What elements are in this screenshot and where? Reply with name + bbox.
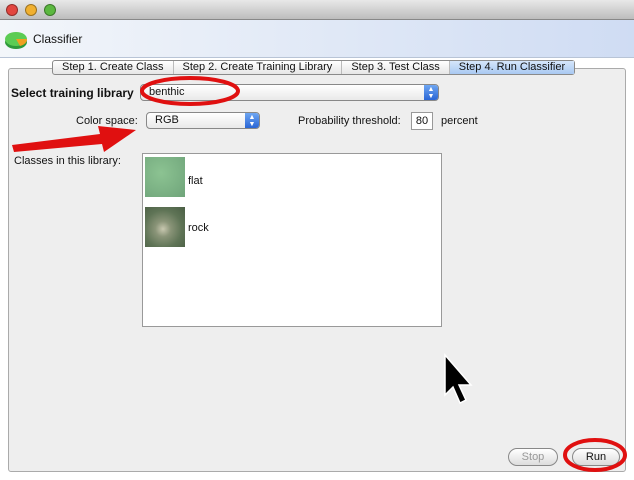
tab-create-class[interactable]: Step 1. Create Class: [53, 61, 174, 74]
highlight-ellipse: [140, 76, 240, 106]
tab-run-classifier[interactable]: Step 4. Run Classifier: [449, 61, 575, 74]
highlight-ellipse: [563, 438, 627, 472]
tab-bar: Step 1. Create Class Step 2. Create Trai…: [52, 60, 576, 75]
arrow-annotation-icon: [12, 126, 136, 152]
mouse-cursor-icon: [444, 352, 473, 405]
tab-test-class[interactable]: Step 3. Test Class: [342, 61, 450, 74]
tab-create-training-library[interactable]: Step 2. Create Training Library: [174, 61, 343, 74]
